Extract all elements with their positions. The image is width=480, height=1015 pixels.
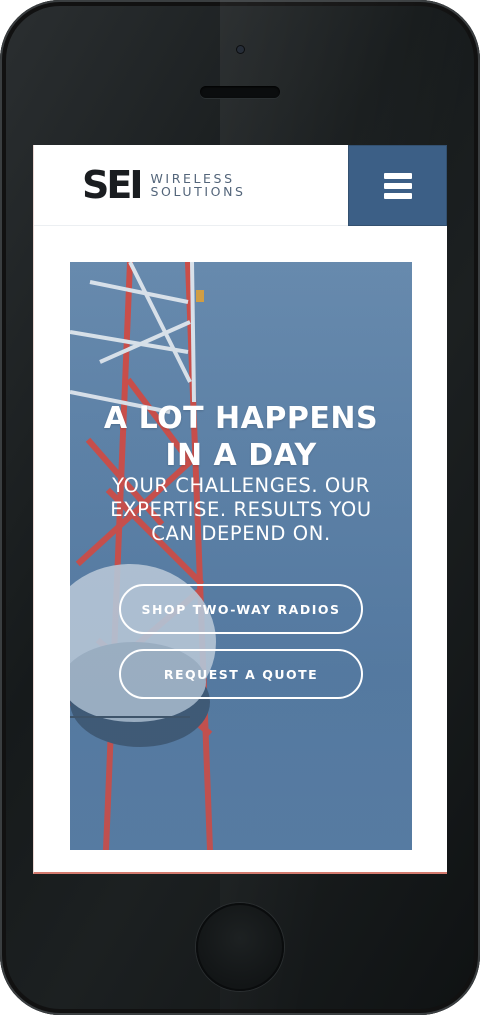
- hero-sub-line3: CAN DEPEND ON.: [151, 522, 331, 545]
- screen: SEI WIRELESS SOLUTIONS A LOT HAPPENS IN …: [33, 145, 447, 874]
- hero-headline-line2: IN A DAY: [165, 438, 317, 473]
- hero-tint: [70, 262, 412, 850]
- menu-button[interactable]: [348, 145, 447, 226]
- earpiece-speaker: [200, 86, 280, 98]
- hero-headline: A LOT HAPPENS IN A DAY: [70, 400, 412, 474]
- hero-sub-line1: YOUR CHALLENGES. OUR: [112, 474, 370, 497]
- request-a-quote-button[interactable]: REQUEST A QUOTE: [119, 649, 363, 699]
- hero-banner: A LOT HAPPENS IN A DAY YOUR CHALLENGES. …: [70, 262, 412, 850]
- hamburger-menu-icon: [383, 172, 412, 199]
- home-button[interactable]: [196, 903, 284, 991]
- hero-sub-line2: EXPERTISE. RESULTS YOU: [110, 498, 372, 521]
- hero-headline-line1: A LOT HAPPENS: [103, 401, 379, 436]
- logo-tagline: WIRELESS SOLUTIONS: [150, 172, 245, 198]
- site-logo[interactable]: SEI WIRELESS SOLUTIONS: [82, 165, 246, 205]
- phone-frame: SEI WIRELESS SOLUTIONS A LOT HAPPENS IN …: [0, 0, 480, 1015]
- site-header: SEI WIRELESS SOLUTIONS: [34, 145, 447, 226]
- logo-mark: SEI: [82, 163, 143, 207]
- front-camera-icon: [237, 46, 244, 53]
- logo-line-solutions: SOLUTIONS: [150, 184, 246, 199]
- hero-subheadline: YOUR CHALLENGES. OUR EXPERTISE. RESULTS …: [70, 474, 412, 546]
- shop-two-way-radios-button[interactable]: SHOP TWO-WAY RADIOS: [119, 584, 363, 634]
